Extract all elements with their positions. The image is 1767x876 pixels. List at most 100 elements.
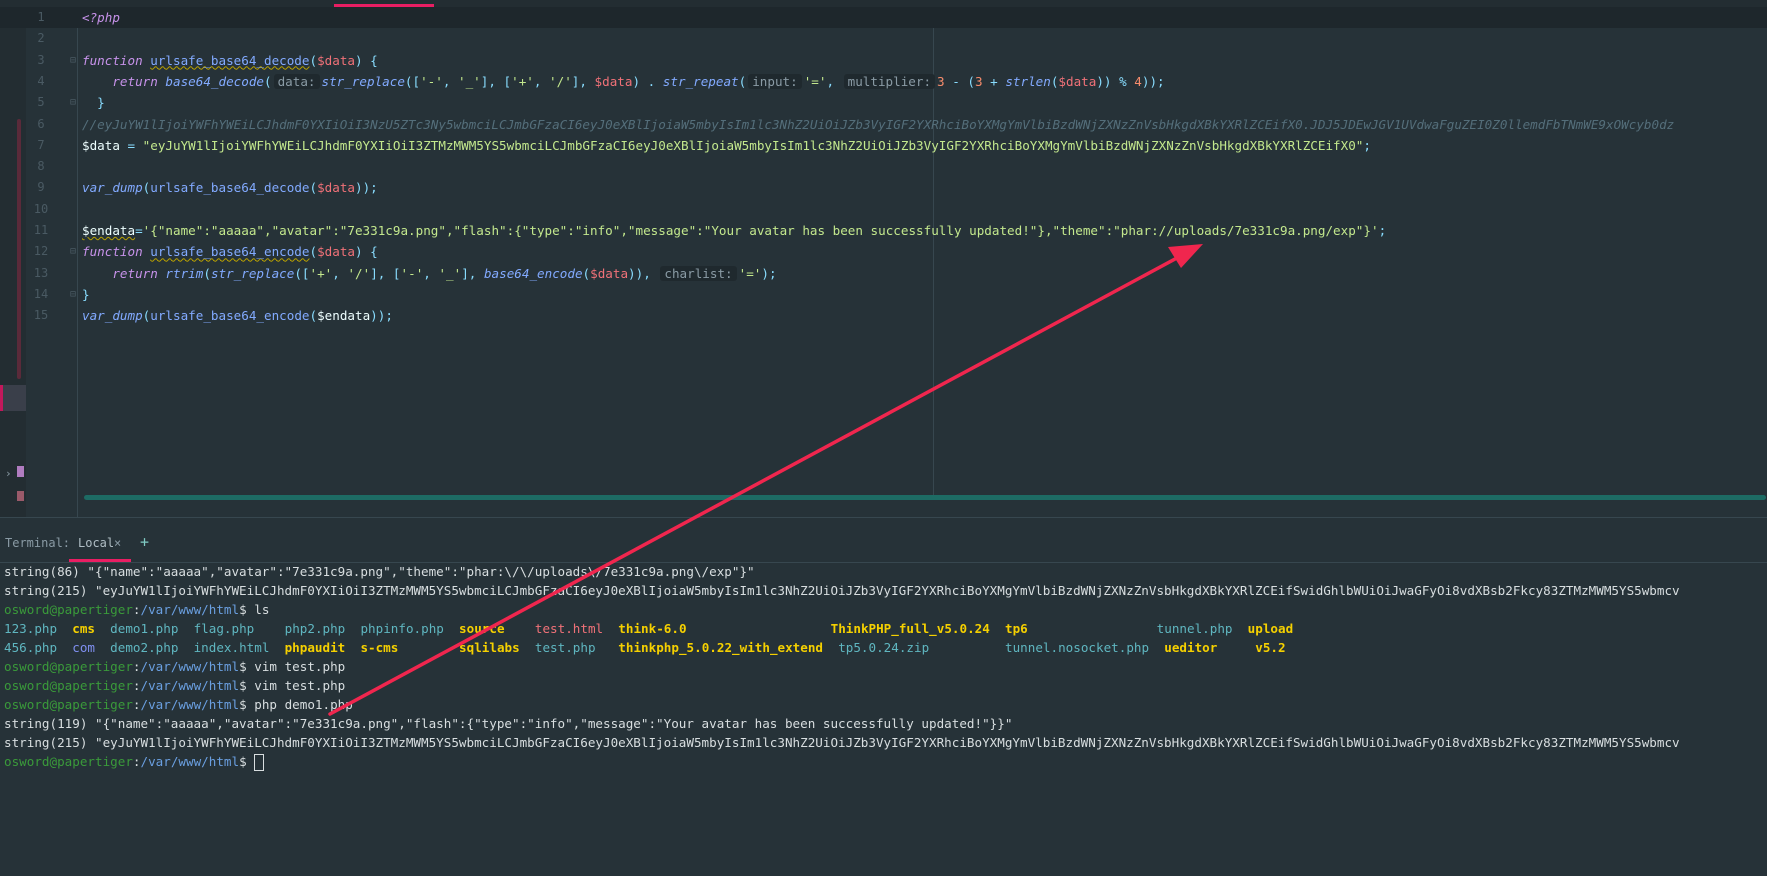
code-token: ( [309, 180, 318, 196]
terminal-text: $ vim test.php [239, 659, 346, 674]
code-line[interactable]: 3 ⊟ function urlsafe_base64_decode($data) … [0, 50, 1767, 71]
fold-icon[interactable]: ⊟ [70, 241, 76, 262]
tool-window-button[interactable] [0, 385, 26, 411]
add-terminal-button[interactable]: + [140, 533, 149, 551]
line-number: 2 [37, 31, 45, 46]
code-token: var_dump [82, 308, 143, 324]
terminal-text: cms [72, 621, 95, 636]
code-token: strlen [1005, 73, 1051, 89]
horizontal-scrollbar[interactable] [84, 495, 1766, 500]
terminal-text: think-6.0 [618, 621, 687, 636]
code-token: , [442, 73, 459, 89]
code-token: return [112, 73, 166, 89]
code-token: '=' [803, 73, 827, 89]
code-text: } [82, 92, 105, 113]
terminal-text: thinkphp_5.0.22_with_extend [618, 640, 824, 655]
fold-icon[interactable]: ⊟ [70, 50, 76, 71]
terminal-line: osword@papertiger:/var/www/html$ ls [4, 600, 1680, 619]
chevron-right-icon[interactable]: › [5, 467, 12, 480]
code-token: ; [1363, 137, 1371, 153]
code-token: str_replace [321, 73, 405, 89]
line-number: 7 [37, 137, 45, 152]
line-number: 14 [33, 286, 49, 301]
code-line[interactable]: 10 [0, 199, 1767, 220]
line-number: 11 [33, 223, 49, 237]
code-line[interactable]: 15 var_dump(urlsafe_base64_encode($endata… [0, 305, 1767, 326]
code-token: , [332, 265, 348, 281]
code-token: )), [628, 265, 659, 281]
code-token: $data [82, 137, 120, 153]
code-token: ) . [632, 73, 663, 89]
line-number: 10 [33, 201, 49, 216]
code-line[interactable]: 7 $data = "eyJuYW1lIjoiYWFhYWEiLCJhdmF0YX… [0, 135, 1767, 156]
code-token: $endata [317, 308, 371, 324]
fold-icon[interactable]: ⊟ [70, 92, 76, 113]
prompt-user: osword@papertiger [4, 602, 133, 617]
parameter-hint: multiplier: [843, 73, 936, 89]
line-number: 5 [37, 95, 45, 110]
terminal-text: : [132, 659, 141, 674]
code-token: str_repeat [662, 73, 739, 89]
code-line[interactable]: 9 var_dump(urlsafe_base64_decode($data)); [0, 177, 1767, 198]
prompt-path: /var/www/html [140, 659, 240, 674]
code-token: ], [ [370, 265, 401, 281]
code-line[interactable]: 2 [0, 28, 1767, 49]
prompt-user: osword@papertiger [4, 754, 133, 769]
tab-local[interactable]: Local [78, 536, 114, 550]
code-token: ], [ [480, 73, 512, 89]
terminal-line: string(86) "{"name":"aaaaa","avatar":"7e… [4, 562, 1680, 581]
code-line[interactable]: 12 ⊟ function urlsafe_base64_encode($data)… [0, 241, 1767, 262]
terminal-label: Terminal: [5, 536, 71, 550]
code-token: , [533, 73, 550, 89]
terminal-text: php2.php [284, 621, 346, 636]
terminal-cursor[interactable] [254, 754, 265, 771]
code-line[interactable]: 14 ⊟} [0, 284, 1767, 305]
code-token: '_' [438, 265, 462, 281]
code-token: '+' [511, 73, 534, 89]
code-line[interactable]: 8 [0, 156, 1767, 177]
terminal-text: $ php demo1.php [239, 697, 353, 712]
prompt-user: osword@papertiger [4, 678, 133, 693]
bookmarks-icon[interactable] [17, 491, 24, 501]
fold-icon[interactable]: ⊟ [70, 284, 76, 305]
terminal-output[interactable]: string(86) "{"name":"aaaaa","avatar":"7e… [4, 562, 1680, 771]
code-editor[interactable]: › 1 <?php 2 3 ⊟ function urlsafe_base64_decod… [0, 7, 1767, 517]
terminal-text: $ [239, 754, 255, 769]
terminal-line: osword@papertiger:/var/www/html$ vim tes… [4, 657, 1680, 676]
code-token: ], [571, 73, 595, 89]
close-icon[interactable]: × [114, 536, 121, 550]
code-line[interactable]: 6 //eyJuYW1lIjoiYWFhYWEiLCJhdmF0YXIiOiI3N… [0, 114, 1767, 135]
code-line[interactable]: 1 <?php [0, 7, 1767, 28]
terminal-text: string(215) "eyJuYW1lIjoiYWFhYWEiLCJhdmF… [4, 735, 1680, 750]
code-line[interactable]: 13 return rtrim(str_replace(['+', '/'], … [0, 263, 1767, 284]
terminal-text: tp5.0.24.zip [838, 640, 930, 655]
editor-tab-bar [0, 0, 1767, 7]
code-line[interactable]: 4 return base64_decode(data: str_replace(… [0, 71, 1767, 92]
structure-icon[interactable] [17, 466, 24, 477]
terminal-text: $ ls [239, 602, 270, 617]
code-token: $data [594, 73, 633, 89]
code-token: urlsafe_base64_encode [150, 308, 310, 324]
code-token: ( [264, 73, 272, 89]
code-token: base64_encode [483, 265, 583, 281]
terminal-text: : [132, 697, 141, 712]
code-token: ([ [404, 73, 421, 89]
terminal-line: 123.php cms demo1.php flag.php php2.php … [4, 619, 1680, 638]
code-line[interactable]: 5 ⊟ } [0, 92, 1767, 113]
code-token: '/' [549, 73, 572, 89]
code-text: //eyJuYW1lIjoiYWFhYWEiLCJhdmF0YXIiOiI3Nz… [82, 114, 1674, 135]
terminal-text: demo1.php [110, 621, 179, 636]
code-line[interactable]: 11 $endata='{"name":"aaaaa","avatar":"7e3… [0, 220, 1767, 241]
code-token: '=' [738, 265, 762, 281]
code-token: = [135, 223, 143, 238]
